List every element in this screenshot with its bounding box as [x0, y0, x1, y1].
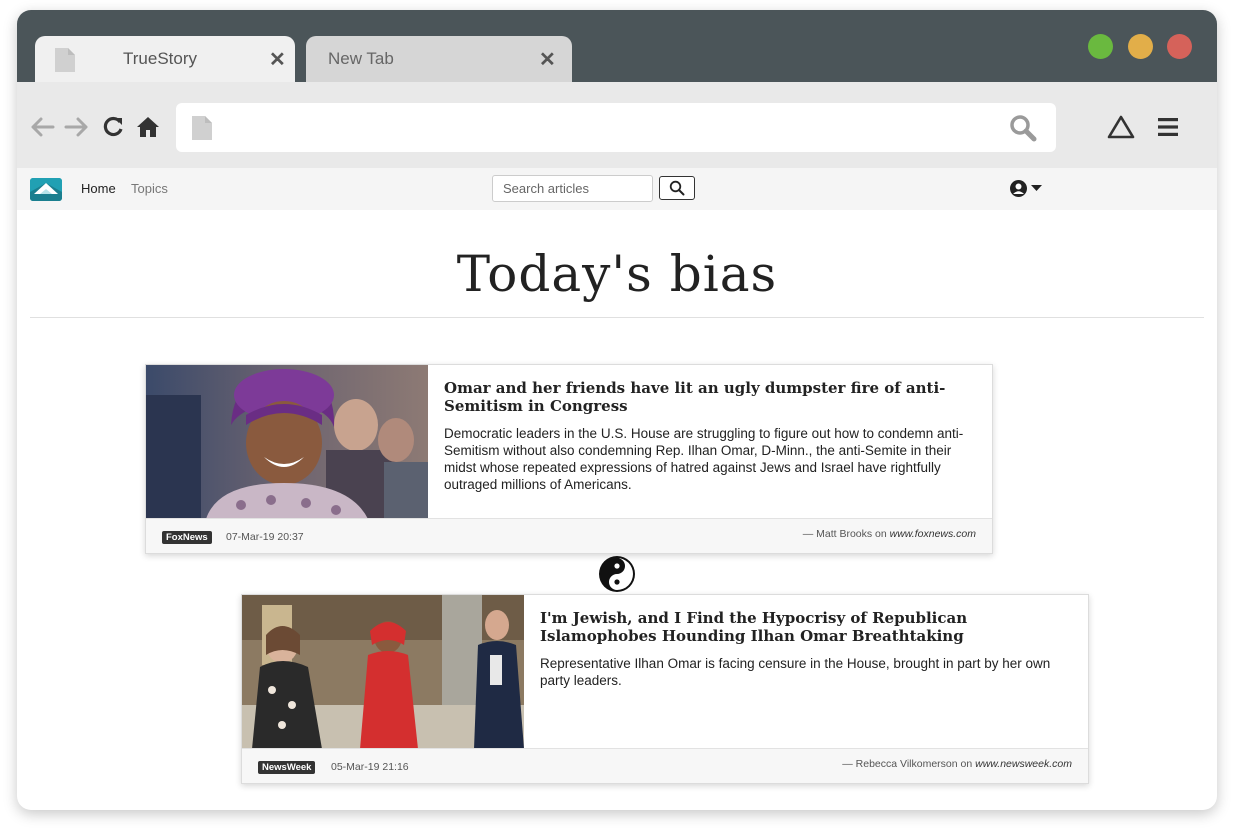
browser-toolbar — [17, 82, 1217, 168]
search-icon — [669, 180, 685, 196]
article-date: 07-Mar-19 20:37 — [226, 531, 304, 543]
forward-arrow-icon[interactable] — [64, 116, 90, 138]
document-icon — [55, 48, 75, 72]
tab-new-tab[interactable]: New Tab ✕ — [306, 36, 572, 82]
title-bar: TrueStory ✕ New Tab ✕ — [17, 10, 1217, 82]
home-icon[interactable] — [136, 116, 160, 138]
caret-down-icon — [1031, 185, 1042, 191]
article-headline[interactable]: Omar and her friends have lit an ugly du… — [444, 379, 974, 415]
article-body: Omar and her friends have lit an ugly du… — [444, 379, 974, 493]
menu-icon[interactable] — [1158, 117, 1178, 137]
close-tab-icon[interactable]: ✕ — [269, 47, 286, 72]
author-name: — Rebecca Vilkomerson on — [842, 758, 976, 770]
divider — [30, 317, 1204, 318]
article-footer: FoxNews 07-Mar-19 20:37 — Matt Brooks on… — [146, 518, 992, 553]
minimize-button[interactable] — [1128, 34, 1153, 59]
close-window-button[interactable] — [1167, 34, 1192, 59]
tab-title: New Tab — [328, 49, 394, 68]
search-button[interactable] — [659, 176, 695, 200]
article-summary: Democratic leaders in the U.S. House are… — [444, 426, 964, 492]
yin-yang-icon — [599, 556, 635, 592]
tab-title: TrueStory — [123, 49, 198, 68]
source-badge: FoxNews — [162, 531, 212, 544]
user-icon — [1010, 180, 1027, 197]
article-footer: NewsWeek 05-Mar-19 21:16 — Rebecca Vilko… — [242, 748, 1088, 783]
article-image — [146, 365, 428, 519]
site-navbar: Home Topics — [17, 168, 1217, 210]
logo-icon[interactable] — [30, 178, 62, 201]
reload-icon[interactable] — [102, 116, 124, 138]
maximize-button[interactable] — [1088, 34, 1113, 59]
article-card[interactable]: Omar and her friends have lit an ugly du… — [145, 364, 993, 554]
nav-home[interactable]: Home — [81, 181, 116, 196]
article-body: I'm Jewish, and I Find the Hypocrisy of … — [540, 609, 1070, 689]
source-badge: NewsWeek — [258, 761, 316, 774]
search-icon[interactable] — [1009, 114, 1037, 142]
page-title: Today's bias — [456, 245, 778, 303]
back-arrow-icon[interactable] — [29, 116, 55, 138]
article-image — [242, 595, 524, 749]
article-headline[interactable]: I'm Jewish, and I Find the Hypocrisy of … — [540, 609, 1070, 645]
author-name: — Matt Brooks on — [802, 528, 890, 540]
browser-window: TrueStory ✕ New Tab ✕ Home Topics Search… — [17, 10, 1217, 810]
triangle-icon[interactable] — [1107, 115, 1135, 139]
close-tab-icon[interactable]: ✕ — [539, 47, 556, 72]
tab-truestory[interactable]: TrueStory ✕ — [35, 36, 295, 82]
page-icon — [192, 116, 212, 140]
article-byline: — Rebecca Vilkomerson on www.newsweek.co… — [842, 758, 1072, 770]
article-byline: — Matt Brooks on www.foxnews.com — [803, 528, 976, 540]
article-card[interactable]: I'm Jewish, and I Find the Hypocrisy of … — [241, 594, 1089, 784]
nav-topics[interactable]: Topics — [131, 181, 168, 196]
source-link[interactable]: www.newsweek.com — [975, 758, 1072, 770]
article-date: 05-Mar-19 21:16 — [331, 761, 409, 773]
source-link[interactable]: www.foxnews.com — [890, 528, 976, 540]
search-input[interactable] — [492, 175, 653, 202]
address-bar[interactable] — [176, 103, 1056, 152]
article-summary: Representative Ilhan Omar is facing cens… — [540, 656, 1051, 688]
